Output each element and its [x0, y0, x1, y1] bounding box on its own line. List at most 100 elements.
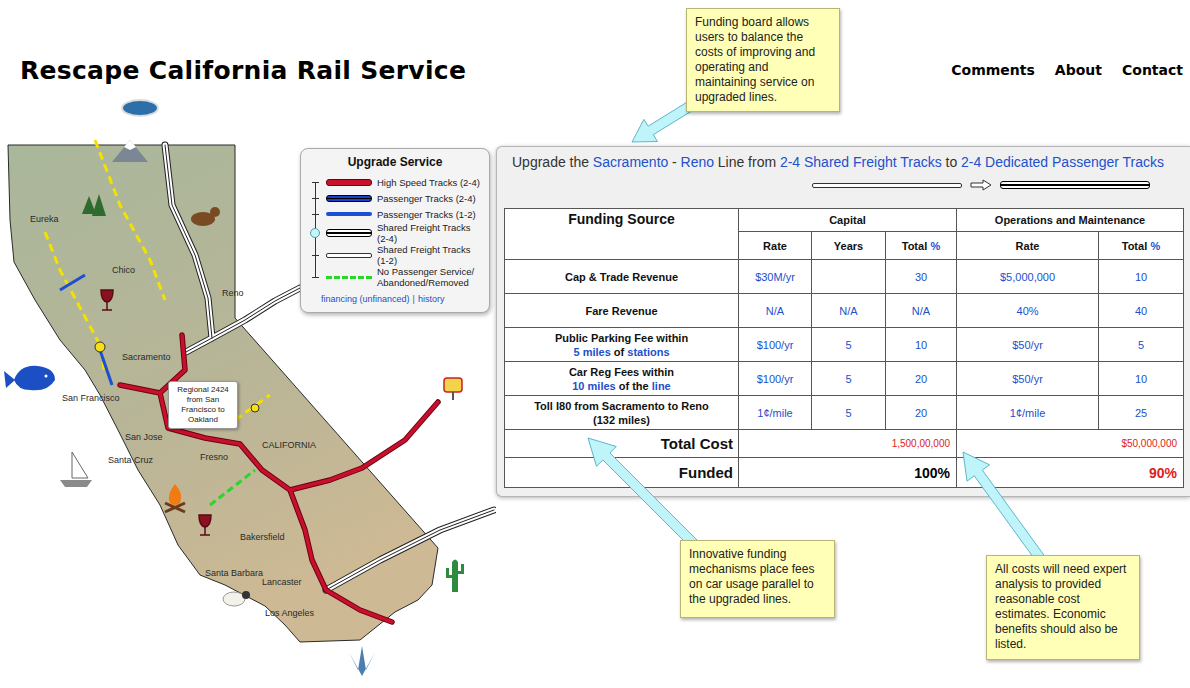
to-track-swatch: [1000, 181, 1150, 189]
source-cell: Fare Revenue: [505, 294, 739, 328]
value-cell[interactable]: 5: [812, 328, 886, 362]
legend-item[interactable]: Passenger Tracks (1-2): [309, 206, 481, 222]
source-link[interactable]: 5 miles: [573, 346, 610, 358]
map-label: San Jose: [125, 432, 163, 442]
heading-text: Upgrade the: [512, 154, 589, 170]
legend-label: Shared Freight Tracks (2-4): [377, 222, 481, 244]
nav-link[interactable]: Comments: [951, 62, 1035, 78]
sheep-icon: [223, 591, 250, 606]
map-label: Sacramento: [122, 352, 171, 362]
value-cell[interactable]: $5,000,000: [957, 260, 1099, 294]
value-cell[interactable]: 40%: [957, 294, 1099, 328]
source-link[interactable]: line: [652, 380, 671, 392]
value-cell[interactable]: $50/yr: [957, 362, 1099, 396]
source-cell: Cap & Trade Revenue: [505, 260, 739, 294]
heading-link[interactable]: Sacramento: [593, 154, 668, 170]
slider-tick[interactable]: [312, 277, 319, 278]
level-slider[interactable]: [309, 222, 321, 244]
value-cell[interactable]: $30M/yr: [739, 260, 812, 294]
value-cell[interactable]: N/A: [812, 294, 886, 328]
legend-item[interactable]: No Passenger Service/ Abandoned/Removed: [309, 266, 481, 288]
source-line: Public Parking Fee within: [509, 331, 734, 345]
track-swatch: [326, 253, 372, 258]
value-cell[interactable]: 1¢/mile: [957, 396, 1099, 430]
source-link[interactable]: 10 miles: [572, 380, 615, 392]
map-label: Fresno: [200, 452, 228, 462]
station-marker[interactable]: [251, 404, 259, 412]
removed-line[interactable]: [210, 470, 255, 505]
source-cell: Car Reg Fees within10 milesof theline: [505, 362, 739, 396]
arrow-right-icon: [970, 179, 992, 191]
legend-item[interactable]: Shared Freight Tracks (2-4): [309, 222, 481, 244]
track-swatch: [326, 212, 372, 216]
header-row: RateYearsTotal%RateTotal%: [505, 232, 1184, 260]
legend-list: High Speed Tracks (2-4)Passenger Tracks …: [309, 174, 481, 288]
unit[interactable]: %: [1151, 240, 1161, 252]
slider-knob[interactable]: [310, 228, 320, 238]
value-cell[interactable]: $100/yr: [739, 362, 812, 396]
wine-glass-icon: [199, 515, 211, 535]
value-cell[interactable]: N/A: [739, 294, 812, 328]
level-slider[interactable]: [309, 266, 321, 288]
site-title[interactable]: Rescape California Rail Service: [20, 56, 466, 85]
legend-link[interactable]: history: [418, 294, 445, 305]
level-slider[interactable]: [309, 206, 321, 222]
legend-item[interactable]: High Speed Tracks (2-4): [309, 174, 481, 190]
heading-text: -: [672, 154, 677, 170]
value-cell[interactable]: 1¢/mile: [739, 396, 812, 430]
nav-link[interactable]: About: [1055, 62, 1102, 78]
value-cell[interactable]: 10: [886, 328, 957, 362]
unit[interactable]: %: [931, 240, 941, 252]
table-row: Cap & Trade Revenue$30M/yr 30$5,000,00010: [505, 260, 1184, 294]
value-cell[interactable]: 20: [886, 396, 957, 430]
level-slider[interactable]: [309, 244, 321, 266]
source-link[interactable]: stations: [627, 346, 669, 358]
passenger-line[interactable]: [60, 275, 112, 385]
high-speed-lines[interactable]: [120, 335, 438, 622]
freight-lines[interactable]: [165, 145, 494, 590]
map-label: Santa Barbara: [205, 568, 263, 578]
value-cell[interactable]: 10: [1099, 260, 1184, 294]
value-cell[interactable]: [812, 260, 886, 294]
map[interactable]: EurekaChicoRenoSacramentoSan FranciscoSa…: [0, 95, 496, 688]
slider-tick[interactable]: [312, 198, 319, 199]
heading-link[interactable]: 2-4 Shared Freight Tracks: [780, 154, 942, 170]
sailboat-icon: [60, 452, 92, 487]
abandoned-lines[interactable]: [45, 140, 270, 420]
value-cell[interactable]: 5: [812, 396, 886, 430]
heading-link[interactable]: Reno: [681, 154, 714, 170]
value-cell[interactable]: N/A: [886, 294, 957, 328]
slider-tick[interactable]: [312, 214, 319, 215]
value-cell[interactable]: $50/yr: [957, 328, 1099, 362]
sticky-note: Funding board allows users to balance th…: [686, 8, 840, 112]
heading-text: to: [946, 154, 958, 170]
value-cell[interactable]: 30: [886, 260, 957, 294]
column-header: Rate: [957, 232, 1099, 260]
group-header: Operations and Maintenance: [957, 209, 1184, 232]
legend-item[interactable]: Passenger Tracks (2-4): [309, 190, 481, 206]
station-marker[interactable]: [95, 342, 105, 352]
level-slider[interactable]: [309, 174, 321, 190]
value-cell[interactable]: 40: [1099, 294, 1184, 328]
map-label: Santa Cruz: [108, 455, 153, 465]
nav-link[interactable]: Contact: [1122, 62, 1183, 78]
value-cell[interactable]: 5: [1099, 328, 1184, 362]
sticky-note: Innovative funding mechanisms place fees…: [680, 540, 835, 618]
value-cell[interactable]: 20: [886, 362, 957, 396]
level-slider[interactable]: [309, 190, 321, 206]
legend-link[interactable]: financing (unfinanced): [321, 294, 410, 305]
wine-glass-icon: [101, 290, 113, 310]
value-cell[interactable]: 10: [1099, 362, 1184, 396]
source-text: of the: [619, 380, 649, 392]
legend-links: financing (unfinanced)|history: [309, 294, 481, 305]
table-row: Car Reg Fees within10 milesof theline$10…: [505, 362, 1184, 396]
legend-item[interactable]: Shared Freight Tracks (1-2): [309, 244, 481, 266]
value-cell[interactable]: 25: [1099, 396, 1184, 430]
heading-link[interactable]: 2-4 Dedicated Passenger Tracks: [961, 154, 1164, 170]
source-text: of: [614, 346, 624, 358]
value-cell[interactable]: 5: [812, 362, 886, 396]
value-cell[interactable]: $100/yr: [739, 328, 812, 362]
source-line: Fare Revenue: [509, 304, 734, 318]
slider-tick[interactable]: [312, 182, 319, 183]
slider-tick[interactable]: [312, 255, 319, 256]
